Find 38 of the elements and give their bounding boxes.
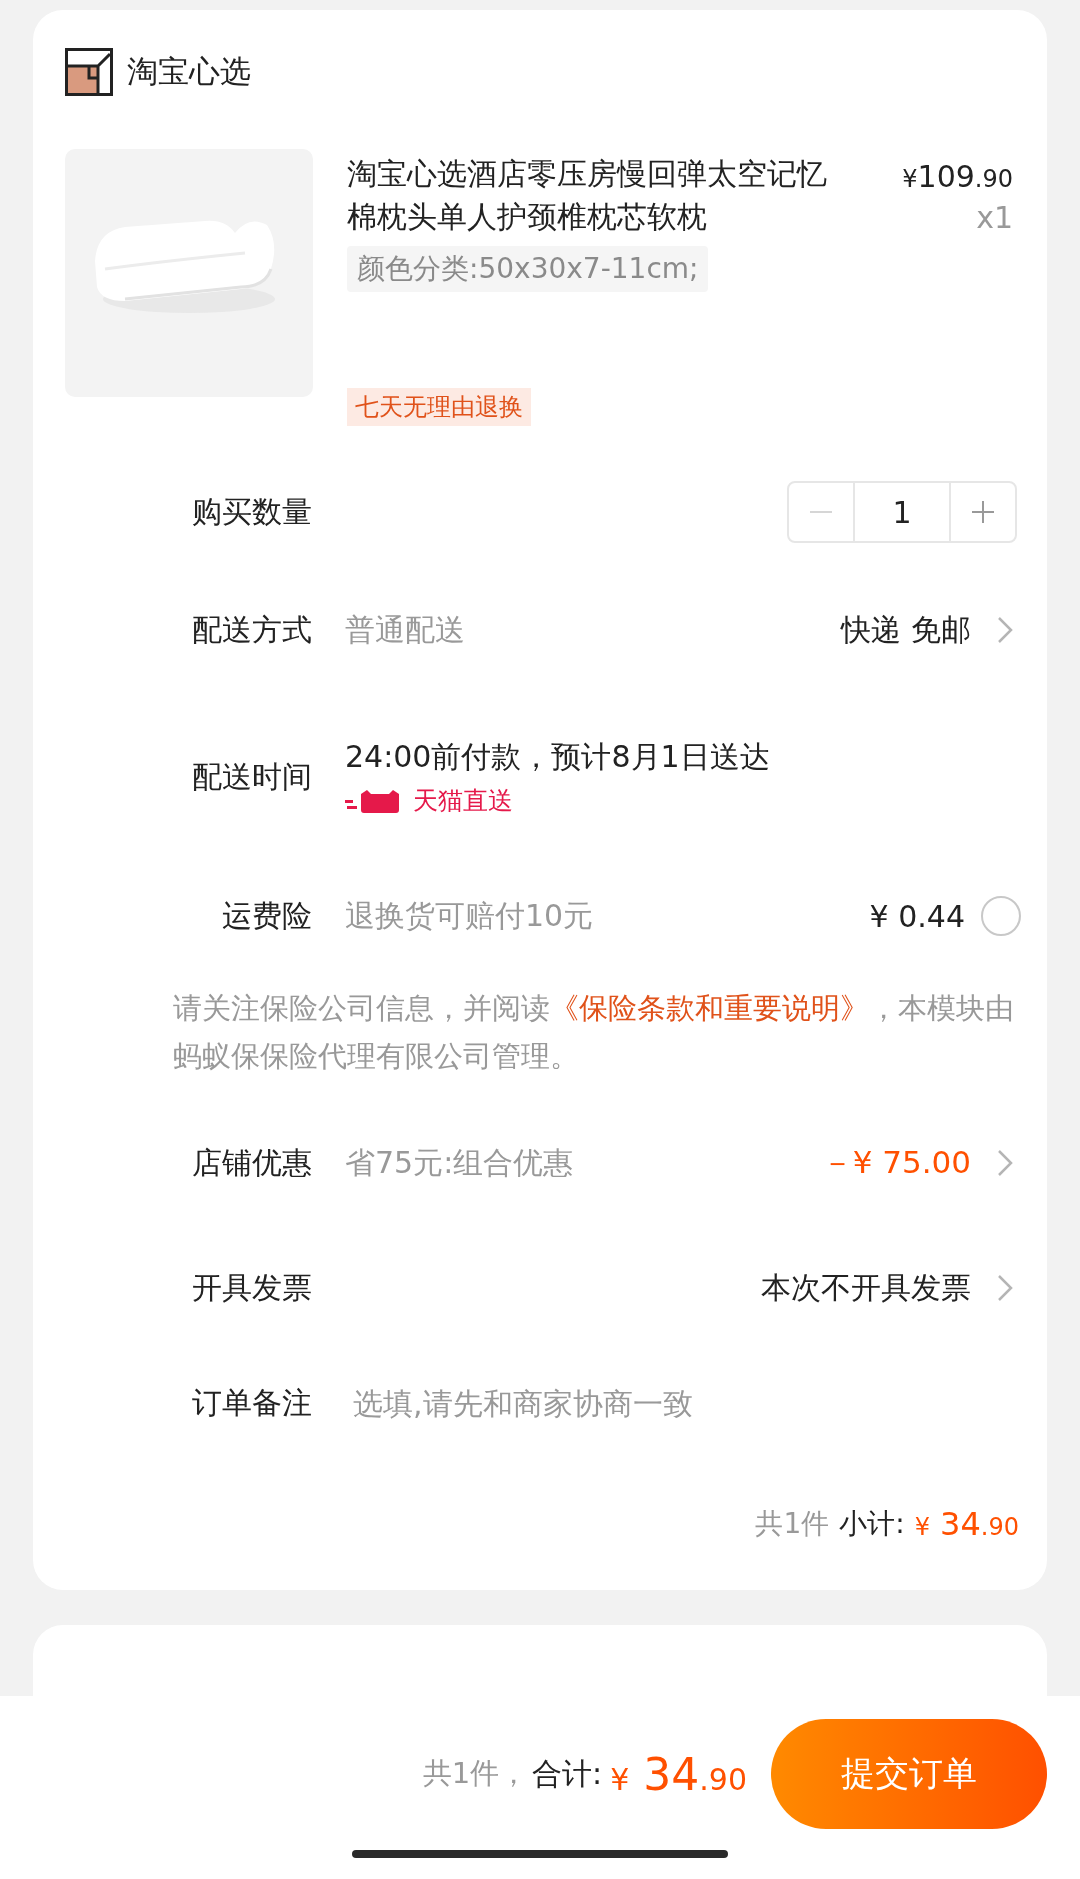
chevron-right-icon: [997, 616, 1013, 644]
product-variant: 颜色分类:50x30x7-11cm;: [347, 246, 709, 292]
chevron-right-icon: [997, 1274, 1013, 1302]
product-title[interactable]: 淘宝心选酒店零压房慢回弹太空记忆棉枕头单人护颈椎枕芯软枕: [347, 152, 847, 238]
field-value: 省75元:组合优惠: [345, 1143, 575, 1182]
field-value: 退换货可赔付10元: [345, 896, 595, 935]
insurance-radio[interactable]: [981, 896, 1021, 936]
product-quantity: x1: [976, 200, 1013, 235]
field-label: 开具发票: [191, 1268, 312, 1307]
total-amount: ¥ 34.90: [610, 1748, 747, 1800]
item-count: 共1件，: [422, 1755, 529, 1792]
subtotal-amount: ¥ 34.90: [914, 1505, 1019, 1543]
total-label: 合计:: [532, 1754, 603, 1793]
field-label: 购买数量: [191, 492, 312, 531]
invoice-option[interactable]: 本次不开具发票: [761, 1267, 971, 1309]
subtotal-label: 小计:: [839, 1506, 905, 1542]
terms-link[interactable]: 《保险条款和重要说明》: [550, 991, 869, 1025]
delivery-estimate: 24:00前付款，预计8月1日送达: [345, 738, 771, 776]
shipping-option[interactable]: 快递 免邮: [841, 609, 971, 651]
field-label: 配送方式: [191, 610, 312, 649]
field-label: 配送时间: [191, 757, 312, 796]
remark-field[interactable]: 选填,请先和商家协商一致: [345, 1385, 913, 1421]
insurance-price: ¥ 0.44: [869, 898, 965, 934]
field-label: 订单备注: [191, 1383, 312, 1422]
plus-icon: [972, 501, 994, 523]
insurance-notice: 请关注保险公司信息，并阅读《保险条款和重要说明》，本模块由蚂蚁保保险代理有限公司管理。: [173, 990, 1015, 1075]
product-price: ¥109.90: [902, 159, 1013, 194]
return-policy-tag: 七天无理由退换: [347, 388, 531, 426]
shop-logo-icon: [65, 48, 113, 96]
shop-name[interactable]: 淘宝心选: [127, 51, 251, 93]
chevron-right-icon: [997, 1149, 1013, 1177]
field-label: 店铺优惠: [191, 1143, 312, 1182]
quantity-value[interactable]: 1: [853, 483, 951, 541]
delivery-label: 天猫直送: [413, 785, 513, 817]
field-value: 普通配送: [345, 610, 466, 649]
item-count: 共1件: [755, 1506, 830, 1542]
minus-icon: [810, 510, 832, 514]
field-label: 运费险: [221, 896, 312, 935]
